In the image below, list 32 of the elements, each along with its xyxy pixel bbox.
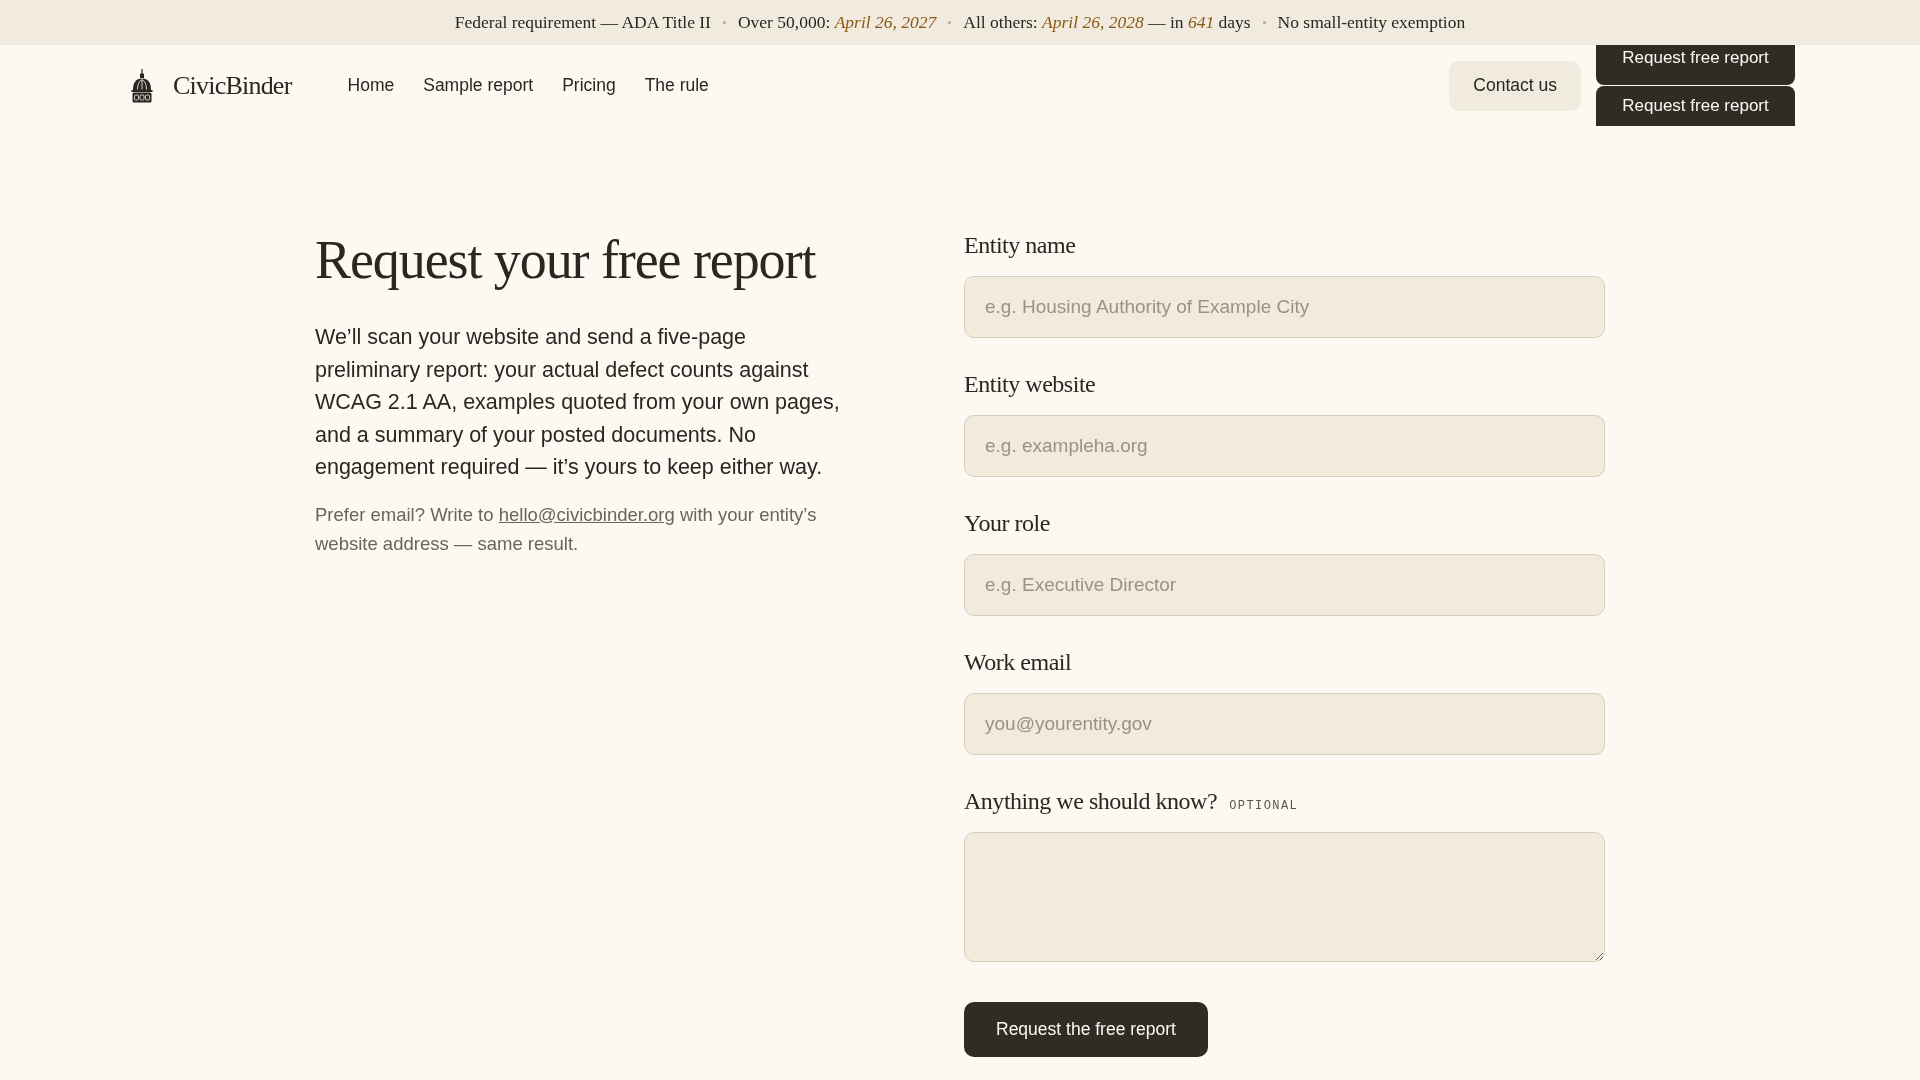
request-report-button[interactable]: Request free report [1596, 45, 1795, 85]
field-label: Anything we should know? [964, 787, 1218, 816]
input-field[interactable]: e.g. Housing Authority of Example City [964, 276, 1605, 338]
separator-dot-icon [1262, 21, 1266, 24]
field-label: Entity website [964, 370, 1097, 399]
banner-text: Over 50,000: April 26, 2027 [737, 12, 937, 33]
input-field[interactable]: e.g. exampleha.org [964, 415, 1605, 477]
optional-tag: OPTIONAL [1229, 799, 1299, 813]
nav-link[interactable]: Sample report [423, 75, 534, 96]
email-note: Prefer email? Write to hello@civicbinder.org with your entity’s website address — same result. [315, 502, 818, 556]
input-field[interactable]: you@yourentity.gov [964, 693, 1605, 755]
nav-link[interactable]: Pricing [562, 75, 616, 96]
contact-button[interactable]: Contact us [1449, 60, 1581, 111]
banner-text: Federal requirement — ADA Title II [454, 12, 711, 33]
submit-button[interactable]: Request the free report [964, 1002, 1208, 1057]
request-report-button[interactable]: Request free report [1596, 86, 1795, 126]
input-field[interactable]: e.g. Executive Director [964, 554, 1605, 616]
separator-dot-icon [948, 21, 952, 24]
brand-name[interactable]: CivicBinder [173, 70, 292, 101]
field-label: Entity name [964, 231, 1077, 260]
email-link[interactable]: hello@civicbinder.org [498, 503, 675, 525]
nav-link[interactable]: Home [347, 75, 395, 96]
page-heading: Request your free report [315, 231, 818, 289]
banner-text: All others: April 26, 2028 — in 641 days [963, 12, 1251, 33]
separator-dot-icon [722, 21, 726, 24]
intro-paragraph: We’ll scan your website and send a five-page preliminary report: your actual defect counts against WCAG 2.1 AA, examples quoted from your own pages, and a summary of your posted documents. No engagement required — it’s yours to keep either way. [315, 324, 841, 481]
nav-link[interactable]: The rule [644, 75, 709, 96]
textarea-field[interactable] [964, 832, 1605, 962]
field-label: Work email [964, 648, 1073, 677]
field-label: Your role [964, 509, 1051, 538]
capitol-dome-icon [130, 68, 154, 103]
banner-text: No small-entity exemption [1277, 12, 1466, 33]
